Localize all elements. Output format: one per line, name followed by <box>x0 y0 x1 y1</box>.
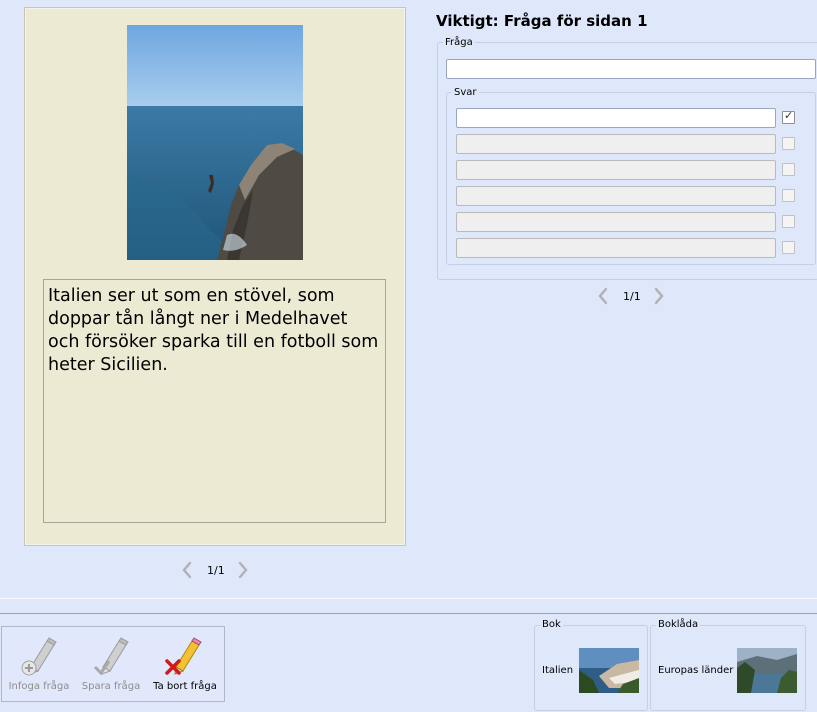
pencil-add-icon <box>21 637 57 676</box>
answer-input-5[interactable] <box>456 212 776 232</box>
prev-page-icon[interactable] <box>180 561 194 579</box>
divider <box>0 598 817 599</box>
boklada-name: Europas länder <box>658 665 734 676</box>
pencil-save-icon <box>93 637 129 676</box>
save-question-label: Spara fråga <box>81 681 141 692</box>
insert-question-label: Infoga fråga <box>8 681 70 692</box>
page-pager: 1/1 <box>180 561 252 579</box>
boklada-thumbnail <box>737 648 797 693</box>
page-card: Italien ser ut som en stövel, som doppar… <box>24 7 406 546</box>
answer-input-3[interactable] <box>456 160 776 180</box>
delete-question-label: Ta bort fråga <box>153 681 217 692</box>
divider <box>0 613 817 614</box>
bok-legend: Bok <box>540 619 563 630</box>
save-question-button[interactable]: Spara fråga <box>78 627 144 701</box>
bok-group[interactable]: Bok Italien <box>534 619 648 711</box>
question-counter: 1/1 <box>623 290 641 303</box>
answer-input-2[interactable] <box>456 134 776 154</box>
question-input[interactable] <box>446 59 816 79</box>
prev-question-icon[interactable] <box>596 287 610 305</box>
page-counter: 1/1 <box>207 564 225 577</box>
next-page-icon[interactable] <box>236 561 250 579</box>
page-text: Italien ser ut som en stövel, som doppar… <box>48 286 379 375</box>
pencil-delete-icon <box>165 637 202 675</box>
answer-correct-checkbox-3[interactable] <box>782 163 795 176</box>
boklada-legend: Boklåda <box>656 619 701 630</box>
question-title: Viktigt: Fråga för sidan 1 <box>436 12 648 30</box>
answer-correct-checkbox-1[interactable]: ✓ <box>782 109 795 124</box>
fraga-legend: Fråga <box>443 37 475 48</box>
bok-name: Italien <box>542 665 574 676</box>
insert-question-button[interactable]: Infoga fråga <box>6 627 72 701</box>
page-photo <box>127 25 303 260</box>
answer-input-1[interactable] <box>456 108 776 128</box>
answer-correct-checkbox-4[interactable] <box>782 189 795 202</box>
answer-correct-checkbox-2[interactable] <box>782 137 795 150</box>
answer-input-4[interactable] <box>456 186 776 206</box>
boklada-group[interactable]: Boklåda Europas länder <box>650 619 806 711</box>
question-toolbar: Infoga fråga Spara fråga Ta bort fråga <box>1 626 225 702</box>
question-pager: 1/1 <box>596 287 668 305</box>
next-question-icon[interactable] <box>652 287 666 305</box>
answer-correct-checkbox-5[interactable] <box>782 215 795 228</box>
svar-legend: Svar <box>452 87 479 98</box>
answer-correct-checkbox-6[interactable] <box>782 241 795 254</box>
page-text-box[interactable]: Italien ser ut som en stövel, som doppar… <box>43 279 386 523</box>
answer-input-6[interactable] <box>456 238 776 258</box>
checkmark-icon: ✓ <box>784 109 794 122</box>
delete-question-button[interactable]: Ta bort fråga <box>150 627 220 701</box>
bok-thumbnail <box>579 648 639 693</box>
